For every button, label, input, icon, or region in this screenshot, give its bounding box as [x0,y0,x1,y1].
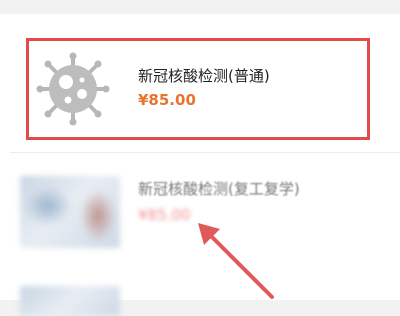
item-name: 新冠核酸检测(普通) [138,67,270,85]
virus-icon [36,52,110,126]
arrow-annotation [198,223,274,299]
item-price: ¥85.00 [138,91,196,109]
product-thumbnail [20,176,120,248]
item-price: ¥85.00 [138,206,191,224]
item-name: 新冠核酸检测(复工复学) [138,180,300,198]
product-thumbnail [20,286,120,316]
